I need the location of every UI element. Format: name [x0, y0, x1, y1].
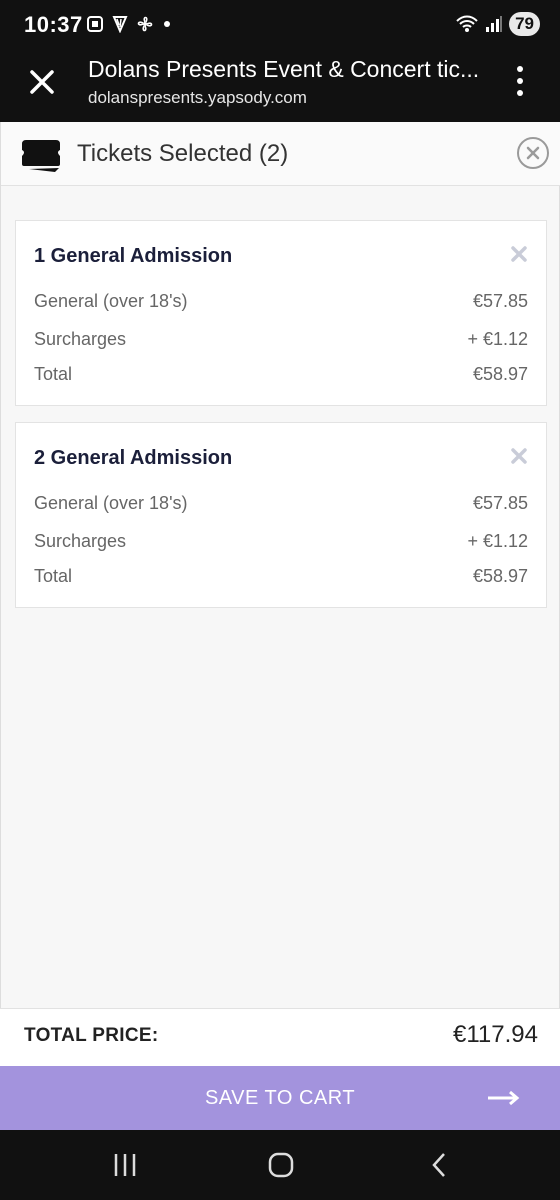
- remove-ticket-icon[interactable]: [510, 245, 528, 263]
- ticket-card: 2 General Admission General (over 18's) …: [15, 422, 547, 608]
- screenshot-icon: [87, 16, 103, 32]
- wifi-icon: [456, 15, 478, 32]
- close-icon: [526, 146, 540, 160]
- surcharge-value: + €1.12: [467, 329, 528, 349]
- total-value: €58.97: [472, 364, 528, 384]
- surcharge-label: Surcharges: [34, 531, 127, 551]
- total-row: Total €58.97: [34, 364, 528, 385]
- ticket-icon: [22, 140, 60, 172]
- price-label: General (over 18's): [34, 493, 188, 513]
- total-label: Total: [34, 566, 73, 586]
- arrow-right-icon: [488, 1090, 520, 1106]
- surcharge-row: Surcharges + €1.12: [34, 531, 528, 552]
- more-options-icon[interactable]: [510, 66, 530, 100]
- total-price-label: TOTAL PRICE:: [24, 1025, 159, 1046]
- page-title: Dolans Presents Event & Concert tic...: [88, 56, 480, 82]
- battery-icon: 79: [509, 12, 540, 36]
- price-value: €57.85: [472, 493, 528, 513]
- surcharge-row: Surcharges + €1.12: [34, 329, 528, 350]
- status-bar: 10:37 79: [0, 0, 560, 48]
- panel-title: Tickets Selected (2): [77, 140, 289, 167]
- dot-icon: [164, 21, 170, 27]
- ticket-card: 1 General Admission General (over 18's) …: [15, 220, 547, 406]
- remove-ticket-icon[interactable]: [510, 447, 528, 465]
- page-url[interactable]: dolanspresents.yapsody.com: [88, 88, 307, 108]
- total-price-bar: TOTAL PRICE: €117.94: [0, 1008, 560, 1066]
- total-row: Total €58.97: [34, 566, 528, 587]
- fan-icon: [137, 16, 153, 32]
- price-row: General (over 18's) €57.85: [34, 291, 528, 312]
- total-value: €58.97: [472, 566, 528, 586]
- close-panel-button[interactable]: [517, 137, 549, 169]
- surcharge-value: + €1.12: [467, 531, 528, 551]
- ticket-title: 2 General Admission: [34, 447, 233, 469]
- panel-header: Tickets Selected (2): [1, 122, 560, 186]
- save-to-cart-label: SAVE TO CART: [204, 1087, 356, 1109]
- signal-icon: [486, 16, 503, 32]
- system-navigation-bar: [0, 1130, 560, 1200]
- total-label: Total: [34, 364, 73, 384]
- ticket-title: 1 General Admission: [34, 245, 233, 267]
- close-icon[interactable]: [26, 66, 58, 98]
- back-icon[interactable]: [426, 1150, 452, 1180]
- total-price-value: €117.94: [453, 1021, 538, 1048]
- price-row: General (over 18's) €57.85: [34, 493, 528, 514]
- tickets-panel: Tickets Selected (2) 1 General Admission…: [0, 122, 560, 1008]
- surcharge-label: Surcharges: [34, 329, 127, 349]
- save-to-cart-button[interactable]: SAVE TO CART: [0, 1066, 560, 1130]
- price-value: €57.85: [472, 291, 528, 311]
- price-label: General (over 18's): [34, 291, 188, 311]
- harp-icon: [112, 16, 128, 33]
- home-icon[interactable]: [266, 1150, 296, 1180]
- browser-toolbar: Dolans Presents Event & Concert tic... d…: [0, 48, 560, 122]
- recent-apps-icon[interactable]: [112, 1150, 138, 1180]
- status-time: 10:37: [24, 12, 83, 37]
